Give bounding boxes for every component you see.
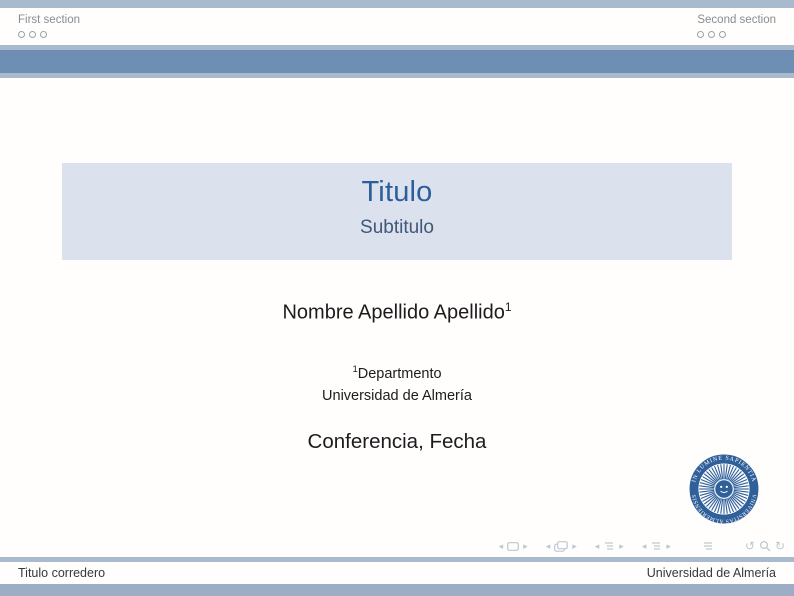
frame-dot[interactable]	[719, 31, 726, 38]
nav-section-icon[interactable]	[650, 541, 662, 551]
nav-slide-prev-icon[interactable]: ◂	[499, 541, 504, 551]
nav-forward-icon[interactable]: ↻	[775, 540, 785, 552]
university-seal-logo: IN LUMINE SAPIENTIA VNIVERSITAS ALMERIEN…	[689, 454, 759, 524]
beamer-navigation-symbols: ◂ ▸ ◂ ▸ ◂ ▸ ◂	[499, 539, 785, 553]
beamer-slide: First section Second section Titulo Subt…	[0, 0, 794, 596]
frame-dot[interactable]	[697, 31, 704, 38]
institute-university-line: Universidad de Almería	[0, 385, 794, 407]
section-header: First section Second section	[0, 8, 794, 45]
slide-title: Titulo	[361, 175, 432, 209]
author-name: Nombre Apellido Apellido1	[0, 300, 794, 325]
nav-subsection-group: ◂ ▸	[595, 541, 624, 551]
conference-date: Conferencia, Fecha	[0, 430, 794, 454]
section-nav-first[interactable]: First section	[18, 13, 80, 38]
institute-block: 1Departmento Universidad de Almería	[0, 359, 794, 407]
frame-dot[interactable]	[708, 31, 715, 38]
nav-back-icon[interactable]: ↺	[745, 540, 755, 552]
section-label-first[interactable]: First section	[18, 13, 80, 27]
nav-frame-prev-icon[interactable]: ◂	[546, 541, 551, 551]
nav-section-next-icon[interactable]: ▸	[666, 541, 671, 551]
footer-institution: Universidad de Almería	[647, 566, 776, 580]
nav-section-prev-icon[interactable]: ◂	[642, 541, 647, 551]
nav-presentation-icon[interactable]	[702, 541, 714, 551]
slide-subtitle: Subtitulo	[360, 216, 434, 239]
frame-dot[interactable]	[18, 31, 25, 38]
nav-frame-group: ◂ ▸	[546, 541, 577, 552]
top-decor-bar	[0, 0, 794, 8]
header-blue-bar	[0, 50, 794, 73]
author-footnote-mark: 1	[505, 300, 512, 314]
section-nav-second[interactable]: Second section	[697, 13, 776, 38]
nav-frame-icon[interactable]	[554, 541, 568, 552]
bottom-decor-bar	[0, 584, 794, 596]
nav-subsection-icon[interactable]	[603, 541, 615, 551]
frame-dots-second	[697, 31, 776, 38]
nav-subsection-prev-icon[interactable]: ◂	[595, 541, 600, 551]
title-block: Titulo Subtitulo	[62, 163, 732, 260]
frame-dots-first	[18, 31, 80, 38]
nav-search-icon[interactable]	[759, 540, 771, 552]
nav-slide-group: ◂ ▸	[499, 541, 528, 551]
nav-section-group: ◂ ▸	[642, 541, 671, 551]
frame-dot[interactable]	[40, 31, 47, 38]
seal-svg: IN LUMINE SAPIENTIA VNIVERSITAS ALMERIEN…	[689, 454, 759, 524]
institute-department-line: 1Departmento	[0, 359, 794, 385]
footer-short-title: Titulo corredero	[18, 566, 105, 580]
nav-slide-icon[interactable]	[507, 542, 519, 551]
footer: Titulo corredero Universidad de Almería	[0, 562, 794, 584]
nav-subsection-next-icon[interactable]: ▸	[619, 541, 624, 551]
nav-frame-next-icon[interactable]: ▸	[572, 541, 577, 551]
nav-slide-next-icon[interactable]: ▸	[523, 541, 528, 551]
frame-dot[interactable]	[29, 31, 36, 38]
section-label-second[interactable]: Second section	[697, 13, 776, 27]
header-separator-bottom	[0, 73, 794, 78]
author-name-text: Nombre Apellido Apellido	[282, 302, 504, 324]
institute-department: Departmento	[358, 366, 442, 382]
seal-sun-face	[715, 480, 733, 498]
nav-history-group: ↺ ↻	[745, 540, 785, 552]
